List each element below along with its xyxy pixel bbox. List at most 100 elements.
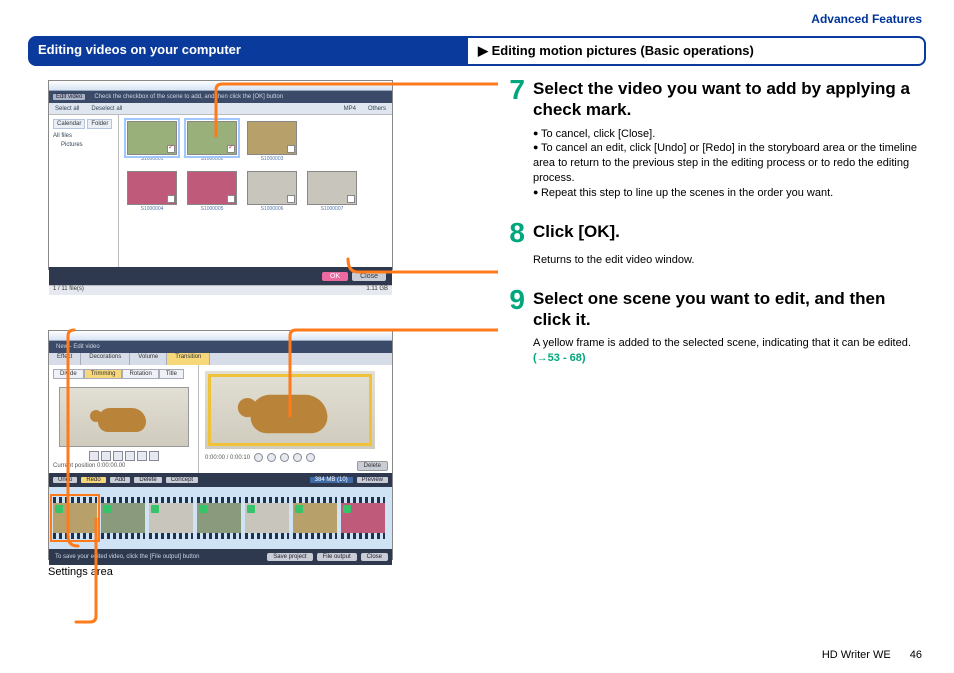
clip-2[interactable] — [101, 497, 145, 539]
save-project-button[interactable]: Save project — [267, 553, 312, 561]
main-tabs: Effect Decorations Volume Transition — [49, 353, 392, 365]
step-title: Select one scene you want to edit, and t… — [533, 286, 926, 331]
storyboard[interactable] — [49, 487, 392, 549]
tab-transition[interactable]: Transition — [167, 353, 210, 365]
dialog-toolbar: Edit video Check the checkbox of the sce… — [49, 91, 392, 103]
vol-icon[interactable] — [306, 453, 315, 462]
clip-5[interactable] — [245, 497, 289, 539]
clip-type-icon — [199, 505, 207, 513]
subtab-divide[interactable]: Divide — [53, 369, 84, 379]
fwd-icon[interactable] — [137, 451, 147, 461]
settings-subtabs: Divide Trimming Rotation Title — [53, 369, 194, 379]
clip-type-icon — [151, 505, 159, 513]
thumb-6[interactable]: S1000006 — [247, 171, 297, 205]
btn-deselect-all[interactable]: Deselect all — [91, 106, 122, 112]
settings-timecode: Current position 0:00:00.00 — [53, 463, 194, 469]
tab-decorations[interactable]: Decorations — [81, 353, 130, 365]
rew-icon[interactable] — [101, 451, 111, 461]
thumb-7[interactable]: S1000007 — [307, 171, 357, 205]
page-header: Editing videos on your computer ▶ Editin… — [28, 36, 926, 66]
thumb-2[interactable]: S1000002 — [187, 121, 237, 155]
step-number: 8 — [503, 219, 525, 247]
thumb-1[interactable]: S1000001 — [127, 121, 177, 155]
page-footer: HD Writer WE 46 — [822, 649, 922, 661]
tab-effect[interactable]: Effect — [49, 353, 81, 365]
delete-button[interactable]: Delete — [134, 477, 161, 483]
screenshot-edit-video-window: New - Edit video Effect Decorations Volu… — [48, 330, 393, 560]
step-number: 7 — [503, 76, 525, 104]
clip-7[interactable] — [341, 497, 385, 539]
concept-button[interactable]: Concept — [166, 477, 198, 483]
step-bullet: Repeat this step to line up the scenes i… — [533, 186, 926, 201]
clip-3[interactable] — [149, 497, 193, 539]
add-button[interactable]: Add — [110, 477, 131, 483]
subtab-rotation[interactable]: Rotation — [122, 369, 158, 379]
checkbox-icon[interactable] — [347, 195, 355, 203]
close-button[interactable]: Close — [352, 272, 386, 281]
play-icon[interactable] — [113, 451, 123, 461]
clip-1[interactable] — [53, 497, 97, 539]
filter-mp4[interactable]: MP4 — [344, 106, 356, 112]
titlebar — [49, 331, 392, 341]
bottom-hint: To save your edited video, click the [Fi… — [53, 554, 263, 560]
footer-page-number: 46 — [910, 649, 922, 661]
checkbox-icon[interactable] — [287, 145, 295, 153]
pause-icon[interactable] — [125, 451, 135, 461]
next-icon[interactable] — [149, 451, 159, 461]
storyboard-toolbar: Undo Redo Add Delete Concept 384 MB (10)… — [49, 473, 392, 487]
next-icon[interactable] — [293, 453, 302, 462]
section-banner: Advanced Features — [811, 12, 922, 26]
sidebar-tab-calendar[interactable]: Calendar — [53, 119, 85, 129]
caption-settings-area: Settings area — [48, 566, 463, 578]
subtab-trimming[interactable]: Trimming — [84, 369, 123, 379]
screenshot-add-video-dialog: Edit video Check the checkbox of the sce… — [48, 80, 393, 270]
ok-button[interactable]: OK — [322, 272, 348, 281]
prev-icon[interactable] — [89, 451, 99, 461]
sidebar-tab-folder[interactable]: Folder — [87, 119, 112, 129]
delete-button[interactable]: Delete — [357, 461, 388, 471]
checkbox-icon[interactable] — [167, 195, 175, 203]
checkbox-icon[interactable] — [227, 195, 235, 203]
thumbnail-grid: S1000001 S1000002 S1000003 S1000004 S100… — [119, 115, 392, 267]
settings-area: Divide Trimming Rotation Title — [49, 365, 199, 473]
stop-icon[interactable] — [267, 453, 276, 462]
btn-select-all[interactable]: Select all — [55, 106, 79, 112]
redo-button[interactable]: Redo — [81, 477, 105, 483]
tree-all-files[interactable]: All files — [53, 132, 114, 141]
footer-product: HD Writer WE — [822, 649, 891, 661]
thumb-4[interactable]: S1000004 — [127, 171, 177, 205]
checkbox-icon[interactable] — [167, 145, 175, 153]
clip-type-icon — [103, 505, 111, 513]
file-output-button[interactable]: File output — [317, 553, 357, 561]
bottom-bar: To save your edited video, click the [Fi… — [49, 549, 392, 565]
sidebar: Calendar Folder All files Pictures — [49, 115, 119, 267]
thumb-5[interactable]: S1000005 — [187, 171, 237, 205]
folder-tree[interactable]: All files Pictures — [53, 132, 114, 150]
subtab-title[interactable]: Title — [159, 369, 184, 379]
thumb-3[interactable]: S1000003 — [247, 121, 297, 155]
toolbar-hint: Check the checkbox of the scene to add, … — [91, 94, 286, 100]
header-right-text: Editing motion pictures (Basic operation… — [492, 43, 754, 58]
undo-button[interactable]: Undo — [53, 477, 77, 483]
page-ref-link[interactable]: (→53 - 68) — [533, 352, 586, 364]
clip-6[interactable] — [293, 497, 337, 539]
step-note: Returns to the edit video window. — [533, 253, 926, 268]
checkbox-icon[interactable] — [287, 195, 295, 203]
transport-controls — [53, 451, 194, 461]
clip-4[interactable] — [197, 497, 241, 539]
filter-others[interactable]: Others — [368, 106, 386, 112]
close-button[interactable]: Close — [361, 553, 388, 561]
tree-pictures[interactable]: Pictures — [53, 141, 114, 150]
step-bullet: To cancel an edit, click [Undo] or [Redo… — [533, 141, 926, 186]
checkbox-icon[interactable] — [227, 145, 235, 153]
tab-volume[interactable]: Volume — [130, 353, 167, 365]
prev-icon[interactable] — [280, 453, 289, 462]
main-preview[interactable] — [205, 371, 375, 449]
header-left-title: Editing videos on your computer — [28, 36, 468, 66]
menubar: New - Edit video — [49, 341, 392, 353]
column-header-row: Select all Deselect all MP4 Others — [49, 103, 392, 115]
preview-button[interactable]: Preview — [357, 477, 388, 483]
step-note: A yellow frame is added to the selected … — [533, 336, 926, 366]
status-size: 1.11 GB — [366, 286, 388, 295]
play-icon[interactable] — [254, 453, 263, 462]
